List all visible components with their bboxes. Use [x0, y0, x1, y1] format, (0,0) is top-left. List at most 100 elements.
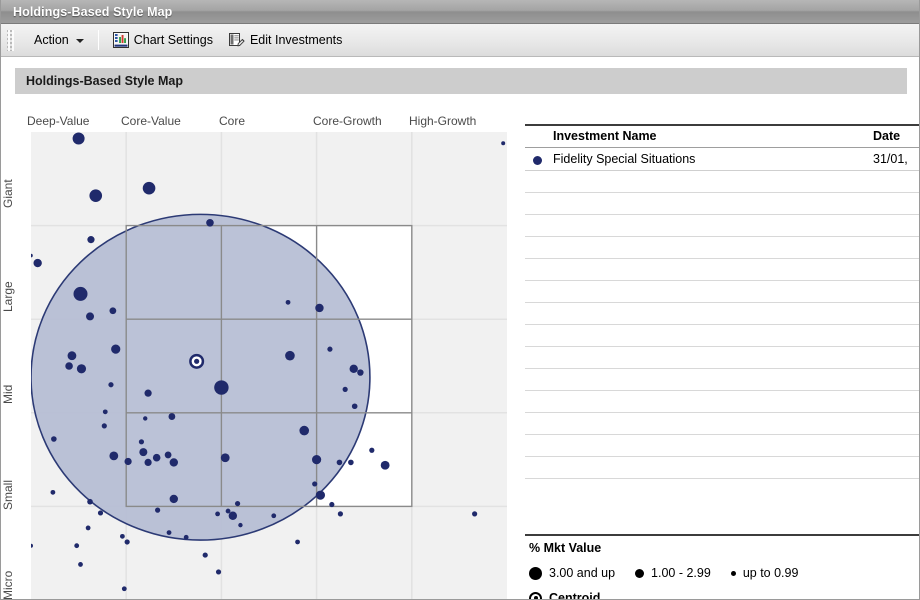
- holding-point[interactable]: [295, 540, 300, 545]
- holding-point[interactable]: [206, 219, 214, 227]
- holding-point[interactable]: [327, 347, 332, 352]
- holding-point[interactable]: [338, 511, 343, 516]
- holding-point[interactable]: [98, 510, 103, 515]
- window-title: Holdings-Based Style Map: [1, 5, 172, 19]
- column-header-date[interactable]: Date: [873, 129, 900, 143]
- holding-point[interactable]: [155, 508, 160, 513]
- chart-plot-area[interactable]: [31, 132, 507, 600]
- holding-point[interactable]: [78, 562, 83, 567]
- holding-point[interactable]: [165, 452, 172, 459]
- table-row[interactable]: [525, 457, 920, 479]
- holding-point[interactable]: [87, 499, 93, 505]
- table-row[interactable]: [525, 171, 920, 193]
- table-row[interactable]: [525, 237, 920, 259]
- holding-point[interactable]: [139, 448, 147, 456]
- holding-point[interactable]: [125, 458, 132, 465]
- holding-point[interactable]: [170, 458, 178, 466]
- holding-point[interactable]: [125, 539, 130, 544]
- holding-point[interactable]: [111, 345, 120, 354]
- table-row[interactable]: [525, 281, 920, 303]
- table-row[interactable]: [525, 391, 920, 413]
- holding-point[interactable]: [348, 460, 354, 466]
- holding-point[interactable]: [77, 364, 86, 373]
- holding-point[interactable]: [337, 460, 343, 466]
- holding-point[interactable]: [299, 426, 309, 436]
- holding-point[interactable]: [33, 259, 41, 267]
- table-row[interactable]: [525, 259, 920, 281]
- table-row[interactable]: [525, 435, 920, 457]
- table-row[interactable]: [525, 215, 920, 237]
- holding-point[interactable]: [143, 182, 156, 195]
- toolbar-grip[interactable]: [7, 30, 14, 51]
- action-menu-button[interactable]: Action: [21, 28, 92, 52]
- table-row[interactable]: [525, 347, 920, 369]
- holding-point[interactable]: [144, 390, 151, 397]
- holding-point[interactable]: [144, 459, 151, 466]
- holding-point[interactable]: [352, 403, 358, 409]
- holding-point[interactable]: [229, 512, 237, 520]
- holding-point[interactable]: [184, 535, 189, 540]
- chart-settings-button[interactable]: Chart Settings: [105, 28, 221, 52]
- holding-point[interactable]: [312, 481, 317, 486]
- legend-size-label: 1.00 - 2.99: [651, 566, 711, 580]
- holding-point[interactable]: [216, 569, 221, 574]
- holding-point[interactable]: [168, 413, 175, 420]
- holding-point[interactable]: [315, 304, 323, 312]
- holding-point[interactable]: [122, 586, 127, 591]
- table-row[interactable]: [525, 369, 920, 391]
- holding-point[interactable]: [108, 382, 113, 387]
- holding-point[interactable]: [357, 369, 363, 375]
- column-header-investment-name[interactable]: Investment Name: [553, 129, 657, 143]
- centroid-marker[interactable]: [189, 354, 204, 369]
- holding-point[interactable]: [102, 423, 107, 428]
- holding-point[interactable]: [65, 362, 73, 370]
- holding-point[interactable]: [312, 455, 321, 464]
- holding-point[interactable]: [103, 409, 108, 414]
- holding-point[interactable]: [143, 416, 147, 420]
- table-row[interactable]: [525, 325, 920, 347]
- holding-point[interactable]: [271, 513, 276, 518]
- holding-point[interactable]: [343, 387, 348, 392]
- holding-point[interactable]: [86, 526, 91, 531]
- holding-point[interactable]: [350, 365, 358, 373]
- holding-point[interactable]: [203, 552, 208, 557]
- holding-point[interactable]: [215, 511, 220, 516]
- holding-point[interactable]: [238, 523, 242, 527]
- holding-point[interactable]: [74, 543, 79, 548]
- holding-point[interactable]: [167, 530, 172, 535]
- table-row[interactable]: [525, 413, 920, 435]
- holding-point[interactable]: [31, 254, 33, 258]
- holding-point[interactable]: [286, 300, 291, 305]
- table-row[interactable]: Fidelity Special Situations31/01,: [525, 149, 920, 171]
- holding-point[interactable]: [221, 453, 230, 462]
- holding-point[interactable]: [369, 448, 374, 453]
- holding-point[interactable]: [89, 189, 102, 202]
- holding-point[interactable]: [381, 461, 390, 470]
- holding-point[interactable]: [31, 544, 33, 548]
- holding-point[interactable]: [139, 439, 144, 444]
- table-row[interactable]: [525, 303, 920, 325]
- holding-point[interactable]: [50, 490, 55, 495]
- holding-point[interactable]: [86, 312, 94, 320]
- edit-investments-button[interactable]: Edit Investments: [221, 28, 350, 52]
- holding-point[interactable]: [501, 141, 505, 145]
- holding-point[interactable]: [74, 287, 88, 301]
- holding-point[interactable]: [68, 351, 77, 360]
- holding-point[interactable]: [109, 307, 116, 314]
- holding-point[interactable]: [109, 451, 118, 460]
- holding-point[interactable]: [316, 491, 325, 500]
- holding-point[interactable]: [472, 511, 477, 516]
- holding-point[interactable]: [87, 236, 94, 243]
- holding-point[interactable]: [51, 436, 57, 442]
- table-row[interactable]: [525, 193, 920, 215]
- holding-point[interactable]: [226, 509, 231, 514]
- holding-point[interactable]: [214, 380, 228, 394]
- holding-point[interactable]: [285, 351, 295, 361]
- chart-settings-label: Chart Settings: [134, 33, 213, 47]
- holding-point[interactable]: [235, 501, 240, 506]
- holding-point[interactable]: [329, 502, 334, 507]
- holding-point[interactable]: [170, 495, 178, 503]
- holding-point[interactable]: [120, 534, 125, 539]
- holding-point[interactable]: [153, 454, 161, 462]
- holding-point[interactable]: [73, 133, 85, 145]
